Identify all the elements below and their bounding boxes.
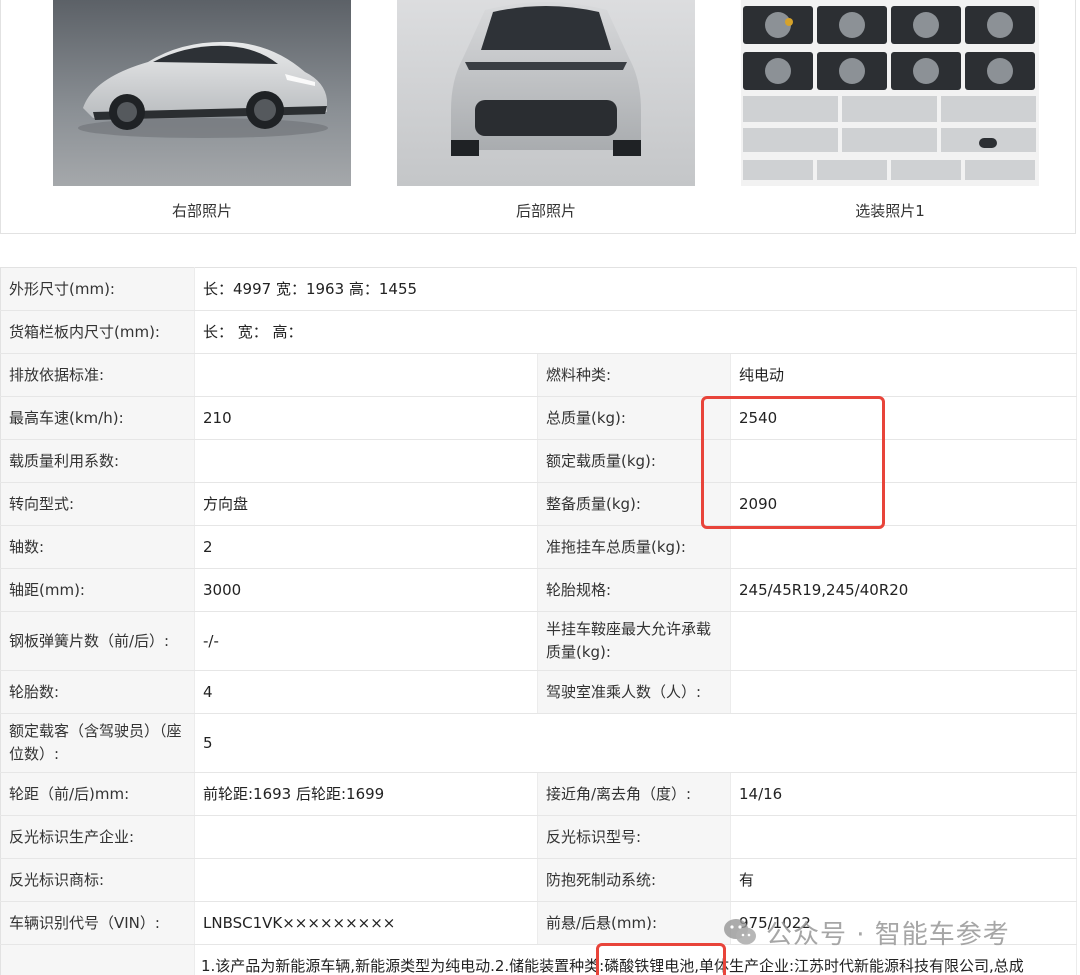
table-row: 轴距(mm): 3000 轮胎规格: 245/45R19,245/40R20 xyxy=(0,568,1078,612)
param-value xyxy=(194,858,538,902)
param-label-empty xyxy=(0,944,195,975)
param-label: 接近角/离去角（度）: xyxy=(537,772,731,816)
param-label: 货箱栏板内尺寸(mm): xyxy=(0,310,195,354)
param-value: 975/1022 xyxy=(730,901,1078,945)
param-value: 纯电动 xyxy=(730,353,1078,397)
param-label: 轮胎数: xyxy=(0,670,195,714)
param-label: 轴数: xyxy=(0,525,195,569)
param-value xyxy=(730,439,1078,483)
param-label: 驾驶室准乘人数（人）: xyxy=(537,670,731,714)
table-row: 轴数: 2 准拖挂车总质量(kg): xyxy=(0,525,1078,569)
param-value: 2090 xyxy=(730,482,1078,526)
param-label: 钢板弹簧片数（前/后）: xyxy=(0,611,195,671)
table-row: 1.该产品为新能源车辆,新能源类型为纯电动.2.储能装置种类:磷酸铁锂电池,单体… xyxy=(0,944,1078,975)
table-row: 钢板弹簧片数（前/后）: -/- 半挂车鞍座最大允许承载质量(kg): xyxy=(0,611,1078,671)
optional-photo-1[interactable] xyxy=(741,0,1039,186)
param-label: 前悬/后悬(mm): xyxy=(537,901,731,945)
param-label: 半挂车鞍座最大允许承载质量(kg): xyxy=(537,611,731,671)
table-row: 载质量利用系数: 额定载质量(kg): xyxy=(0,439,1078,483)
table-row: 轮胎数: 4 驾驶室准乘人数（人）: xyxy=(0,670,1078,714)
param-value xyxy=(730,611,1078,671)
param-value xyxy=(194,439,538,483)
table-row: 额定载客（含驾驶员）（座位数）: 5 xyxy=(0,713,1078,773)
vehicle-parameter-table: 外形尺寸(mm): 长：4997 宽：1963 高：1455 货箱栏板内尺寸(m… xyxy=(0,267,1078,975)
param-label: 防抱死制动系统: xyxy=(537,858,731,902)
table-row: 车辆识别代号（VIN）: LNBSC1VK××××××××× 前悬/后悬(mm)… xyxy=(0,901,1078,945)
optional-parts-photo-icon xyxy=(741,0,1039,186)
remarks-text: 1.该产品为新能源车辆,新能源类型为纯电动.2.储能装置种类:磷酸铁锂电池,单体… xyxy=(194,944,1078,975)
param-value xyxy=(194,353,538,397)
table-row: 轮距（前/后)mm: 前轮距:1693 后轮距:1699 接近角/离去角（度）:… xyxy=(0,772,1078,816)
param-label: 反光标识商标: xyxy=(0,858,195,902)
param-label: 载质量利用系数: xyxy=(0,439,195,483)
param-label: 额定载客（含驾驶员）（座位数）: xyxy=(0,713,195,773)
car-side-photo-icon xyxy=(53,0,351,186)
param-value xyxy=(194,815,538,859)
param-value: 前轮距:1693 后轮距:1699 xyxy=(194,772,538,816)
param-label: 轮距（前/后)mm: xyxy=(0,772,195,816)
photo-strip: 右部照片 后部照片 选装照片1 xyxy=(0,0,1076,234)
table-row: 反光标识商标: 防抱死制动系统: 有 xyxy=(0,858,1078,902)
param-label: 反光标识型号: xyxy=(537,815,731,859)
param-label: 准拖挂车总质量(kg): xyxy=(537,525,731,569)
table-row: 货箱栏板内尺寸(mm): 长： 宽： 高： xyxy=(0,310,1078,354)
right-side-photo[interactable] xyxy=(53,0,351,186)
table-row: 反光标识生产企业: 反光标识型号: xyxy=(0,815,1078,859)
param-value: 210 xyxy=(194,396,538,440)
car-rear-photo-icon xyxy=(397,0,695,186)
param-label: 总质量(kg): xyxy=(537,396,731,440)
param-value: 245/45R19,245/40R20 xyxy=(730,568,1078,612)
param-value: 有 xyxy=(730,858,1078,902)
param-value: -/- xyxy=(194,611,538,671)
table-row: 转向型式: 方向盘 整备质量(kg): 2090 xyxy=(0,482,1078,526)
param-label: 轮胎规格: xyxy=(537,568,731,612)
photo-caption: 后部照片 xyxy=(515,202,576,220)
param-value: 5 xyxy=(194,713,1078,773)
param-value xyxy=(730,670,1078,714)
param-label: 轴距(mm): xyxy=(0,568,195,612)
photo-caption: 选装照片1 xyxy=(855,202,925,220)
param-value: 2540 xyxy=(730,396,1078,440)
param-value: 方向盘 xyxy=(194,482,538,526)
param-label: 最高车速(km/h): xyxy=(0,396,195,440)
param-label: 整备质量(kg): xyxy=(537,482,731,526)
param-value: 14/16 xyxy=(730,772,1078,816)
table-row: 排放依据标准: 燃料种类: 纯电动 xyxy=(0,353,1078,397)
table-row: 外形尺寸(mm): 长：4997 宽：1963 高：1455 xyxy=(0,267,1078,311)
param-value xyxy=(730,525,1078,569)
param-value: 3000 xyxy=(194,568,538,612)
param-value: 长：4997 宽：1963 高：1455 xyxy=(194,267,1078,311)
param-label: 转向型式: xyxy=(0,482,195,526)
param-value: 2 xyxy=(194,525,538,569)
param-value: LNBSC1VK××××××××× xyxy=(194,901,538,945)
param-value: 4 xyxy=(194,670,538,714)
param-label: 反光标识生产企业: xyxy=(0,815,195,859)
param-value xyxy=(730,815,1078,859)
table-row: 最高车速(km/h): 210 总质量(kg): 2540 xyxy=(0,396,1078,440)
param-value: 长： 宽： 高： xyxy=(194,310,1078,354)
photo-caption: 右部照片 xyxy=(171,202,232,220)
param-label: 燃料种类: xyxy=(537,353,731,397)
param-label: 排放依据标准: xyxy=(0,353,195,397)
param-label: 车辆识别代号（VIN）: xyxy=(0,901,195,945)
param-label: 外形尺寸(mm): xyxy=(0,267,195,311)
param-label: 额定载质量(kg): xyxy=(537,439,731,483)
rear-photo[interactable] xyxy=(397,0,695,186)
